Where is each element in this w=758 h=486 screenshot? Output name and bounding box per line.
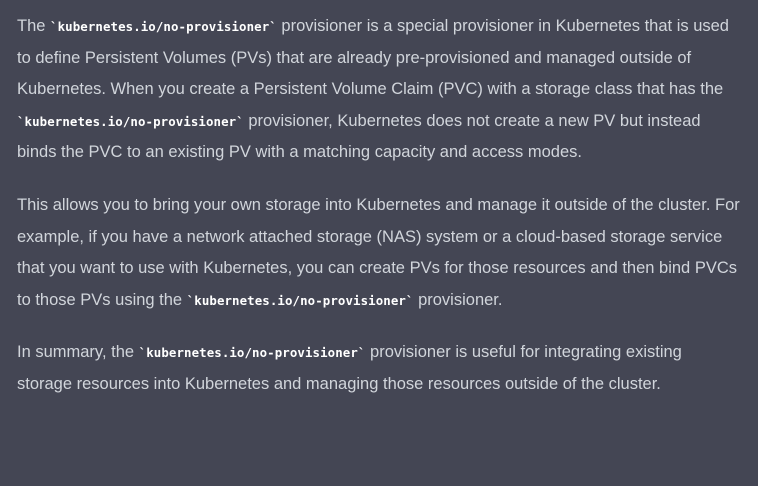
inline-code: `kubernetes.io/no-provisioner` xyxy=(50,19,277,34)
paragraph-1: The `kubernetes.io/no-provisioner` provi… xyxy=(17,11,741,169)
text-span: provisioner. xyxy=(413,290,503,309)
text-span: The xyxy=(17,17,51,35)
inline-code: `kubernetes.io/no-provisioner` xyxy=(138,345,366,361)
paragraph-3: In summary, the `kubernetes.io/no-provis… xyxy=(17,337,741,400)
paragraph-2: This allows you to bring your own storag… xyxy=(17,190,741,316)
inline-code: `kubernetes.io/no-provisioner` xyxy=(186,292,414,308)
inline-code: `kubernetes.io/no-provisioner` xyxy=(17,113,244,129)
text-span: In summary, the xyxy=(17,343,139,362)
assistant-message: The `kubernetes.io/no-provisioner` provi… xyxy=(0,0,758,486)
